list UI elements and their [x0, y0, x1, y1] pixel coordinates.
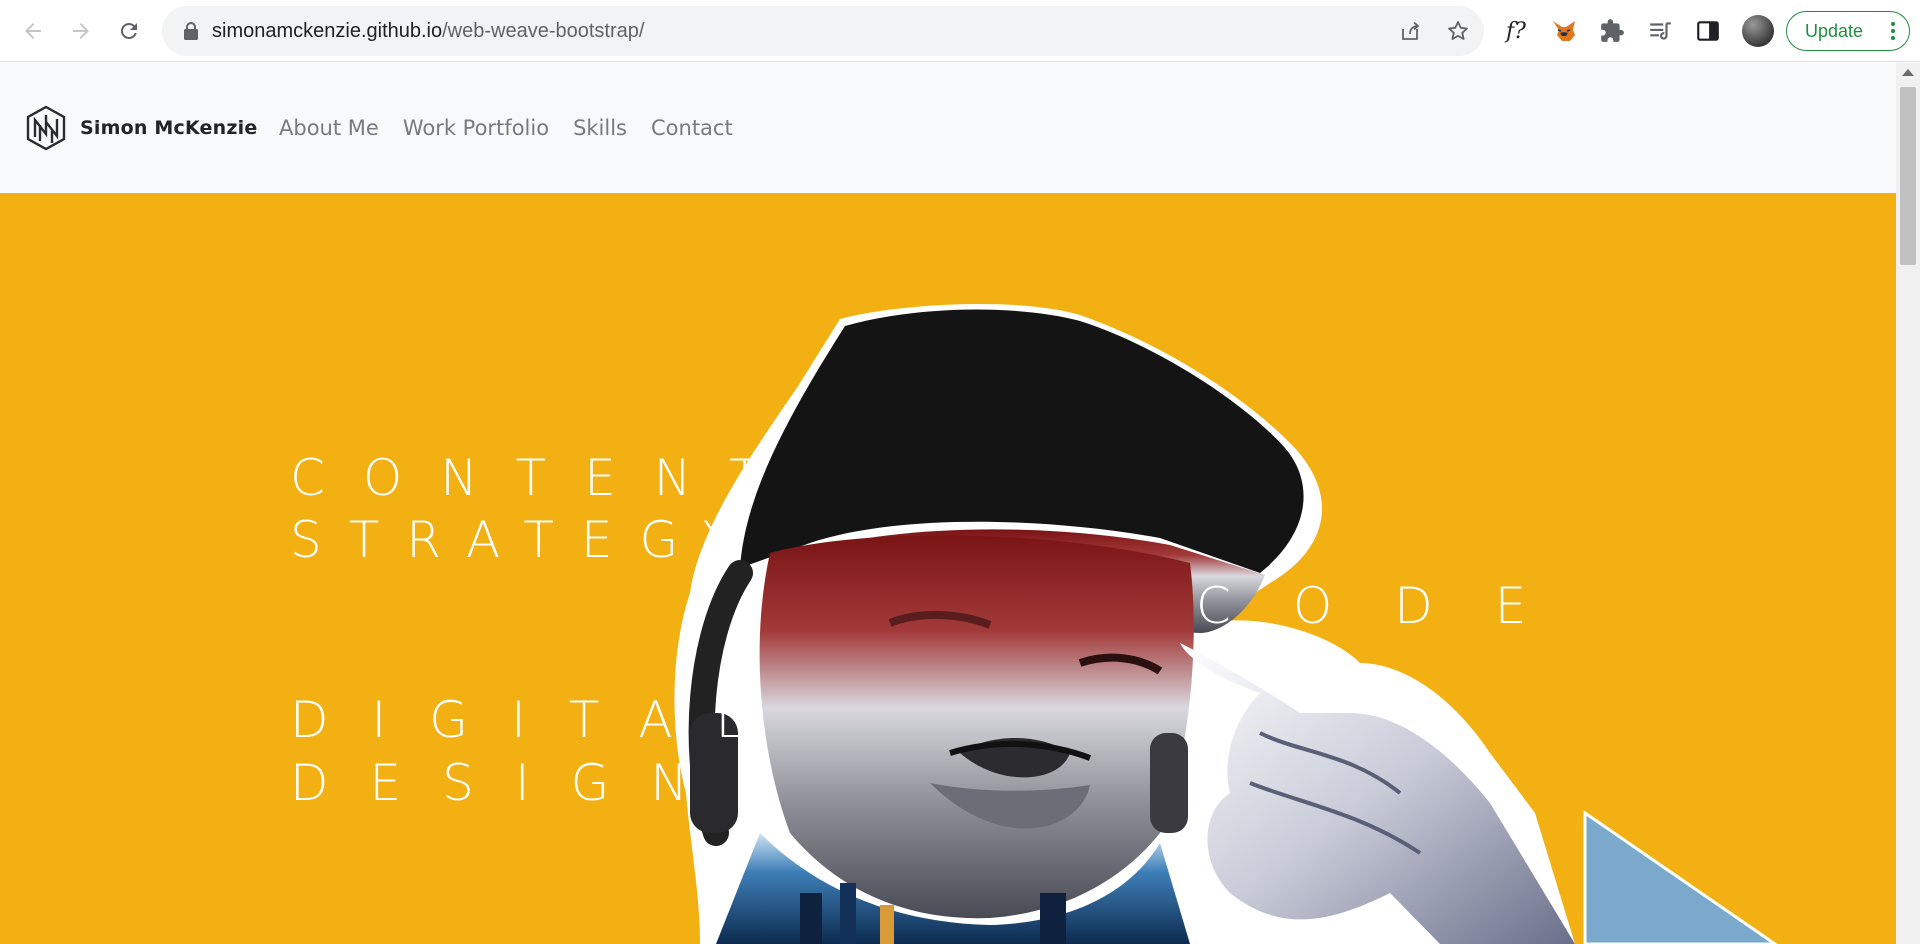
url-host: simonamckenzie.github.io [212, 20, 443, 42]
fox-extension-button[interactable] [1548, 15, 1580, 47]
update-button[interactable]: Update [1786, 11, 1910, 51]
star-icon[interactable] [1446, 19, 1470, 43]
browser-toolbar: simonamckenzie.github.io/web-weave-boots… [0, 0, 1920, 62]
hero-portrait-image [674, 303, 1778, 944]
fx-extension-label: f? [1506, 18, 1526, 44]
page-scrollbar[interactable] [1896, 63, 1920, 944]
hero-line-digital: DIGITAL [290, 691, 787, 749]
hero-line-design: DESIGN [290, 754, 729, 812]
address-bar[interactable]: simonamckenzie.github.io/web-weave-boots… [162, 6, 1484, 56]
more-vert-icon[interactable] [1891, 21, 1895, 41]
brand-name[interactable]: Simon McKenzie [80, 113, 257, 143]
hero-word-code: CODE [1196, 577, 1589, 635]
side-panel-icon [1697, 21, 1719, 41]
reload-button[interactable] [110, 12, 148, 50]
reload-icon [120, 22, 137, 39]
profile-avatar[interactable] [1742, 15, 1774, 47]
hero-line-content: CONTENT [290, 449, 798, 507]
back-button[interactable] [14, 12, 52, 50]
extensions-button[interactable] [1596, 15, 1628, 47]
media-queue-icon [1650, 22, 1671, 40]
hero-section: CONTENT STRATEGY DIGITAL DESIGN CODE [0, 193, 1896, 944]
hero-line-strategy: STRATEGY [290, 511, 761, 569]
brand-logo-icon[interactable] [26, 105, 66, 151]
forward-arrow-icon [73, 23, 89, 39]
nav-link-about-me[interactable]: About Me [279, 111, 379, 145]
media-queue-button[interactable] [1644, 15, 1676, 47]
url-text: simonamckenzie.github.io/web-weave-boots… [212, 6, 644, 56]
share-icon[interactable] [1398, 19, 1422, 43]
forward-button[interactable] [62, 12, 100, 50]
page-viewport: Simon McKenzie About Me Work Portfolio S… [0, 63, 1896, 944]
lock-icon [184, 22, 198, 40]
url-path: /web-weave-bootstrap/ [442, 20, 645, 42]
scrollbar-thumb[interactable] [1900, 87, 1916, 265]
site-nav-links: About Me Work Portfolio Skills Contact [279, 111, 733, 145]
nav-link-work-portfolio[interactable]: Work Portfolio [403, 111, 549, 145]
side-panel-button[interactable] [1692, 15, 1724, 47]
fox-extension-icon [1553, 21, 1575, 41]
fx-extension-button[interactable]: f? [1500, 15, 1532, 47]
back-arrow-icon [25, 23, 41, 39]
update-label: Update [1805, 20, 1864, 41]
site-navbar: Simon McKenzie About Me Work Portfolio S… [0, 63, 1896, 193]
puzzle-extensions-icon [1601, 19, 1624, 42]
scroll-up-arrow-icon[interactable] [1902, 69, 1914, 76]
nav-link-contact[interactable]: Contact [651, 111, 733, 145]
nav-link-skills[interactable]: Skills [573, 111, 627, 145]
